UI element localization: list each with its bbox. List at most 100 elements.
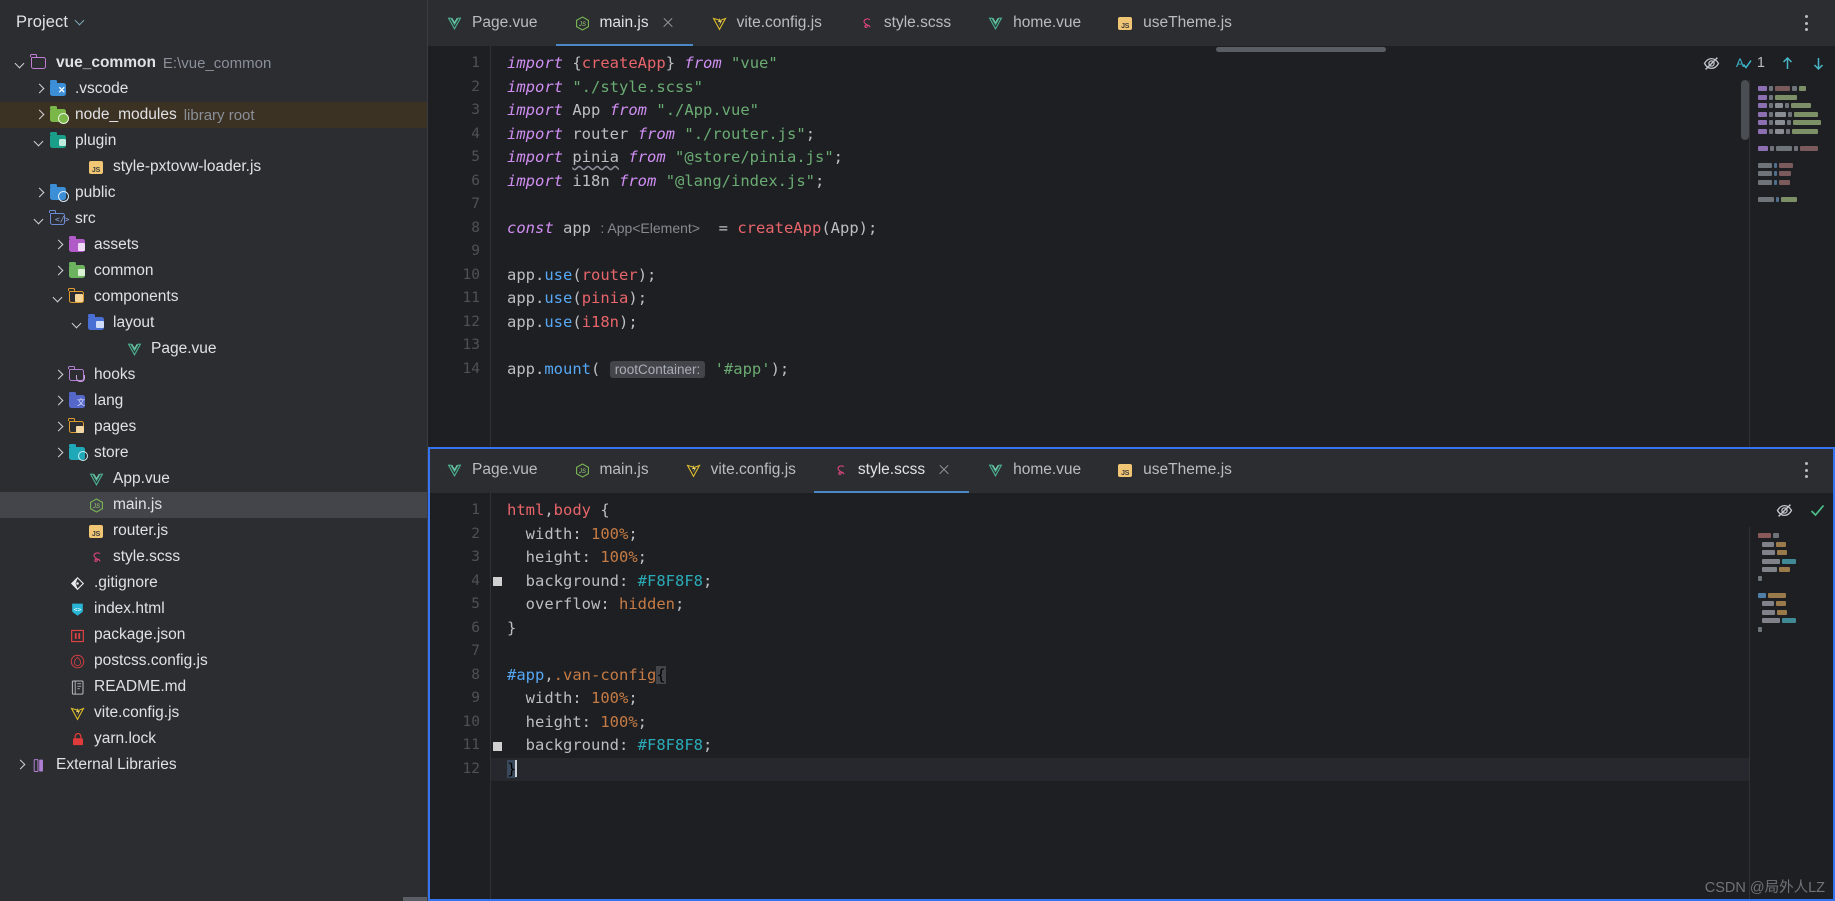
tree-node-style-pxtovw-loader-js[interactable]: JS style-pxtovw-loader.js xyxy=(0,154,427,180)
code-line[interactable]: height: 100%; xyxy=(507,546,1835,570)
code-line[interactable]: import i18n from "@lang/index.js"; xyxy=(507,170,1835,194)
tree-node-src[interactable]: </> src xyxy=(0,206,427,232)
chevron-down-icon[interactable] xyxy=(72,318,83,329)
tree-node-lang[interactable]: 文 lang xyxy=(0,388,427,414)
tree-node-hooks[interactable]: hooks xyxy=(0,362,427,388)
tree-node-app-vue[interactable]: App.vue xyxy=(0,466,427,492)
code-line[interactable]: } xyxy=(507,617,1835,641)
chevron-right-icon[interactable] xyxy=(53,422,64,433)
tree-node-common[interactable]: common xyxy=(0,258,427,284)
tree-toggle-open[interactable] xyxy=(48,292,69,303)
tree-node-package-json[interactable]: package.json xyxy=(0,622,427,648)
code-line[interactable]: app.use(pinia); xyxy=(507,287,1835,311)
editor-tab-vite-config-js[interactable]: vite.config.js xyxy=(667,447,814,493)
tree-node-vue-common[interactable]: vue_common E:\vue_common xyxy=(0,50,427,76)
code-line[interactable] xyxy=(507,640,1835,664)
tree-toggle-closed[interactable] xyxy=(48,396,69,407)
tree-node-external-libraries[interactable]: External Libraries xyxy=(0,752,427,778)
code-line[interactable]: import pinia from "@store/pinia.js"; xyxy=(507,146,1835,170)
tree-toggle-open[interactable] xyxy=(29,214,50,225)
tree-toggle-closed[interactable] xyxy=(10,760,31,771)
tree-node-page-vue[interactable]: Page.vue xyxy=(0,336,427,362)
eye-crossed-icon[interactable] xyxy=(1702,54,1721,73)
editor-tab-vite-config-js[interactable]: vite.config.js xyxy=(693,0,840,46)
code-line[interactable] xyxy=(507,334,1835,358)
code-text-bottom[interactable]: html,body { width: 100%; height: 100%; b… xyxy=(491,493,1835,901)
tree-node-vscode[interactable]: ✕ .vscode xyxy=(0,76,427,102)
tree-toggle-closed[interactable] xyxy=(29,110,50,121)
tree-node-index-html[interactable]: <> index.html xyxy=(0,596,427,622)
tree-node-yarn-lock[interactable]: yarn.lock xyxy=(0,726,427,752)
tree-toggle-closed[interactable] xyxy=(48,422,69,433)
chevron-right-icon[interactable] xyxy=(53,240,64,251)
code-line[interactable]: overflow: hidden; xyxy=(507,593,1835,617)
code-line[interactable]: app.mount( rootContainer: '#app'); xyxy=(507,358,1835,382)
code-text-top[interactable]: import {createApp} from "vue" import "./s… xyxy=(491,46,1835,447)
editor-tab-page-vue[interactable]: Page.vue xyxy=(428,447,556,493)
tree-node-vite-config-js[interactable]: vite.config.js xyxy=(0,700,427,726)
chevron-down-icon[interactable] xyxy=(53,292,64,303)
chevron-right-icon[interactable] xyxy=(53,396,64,407)
code-area-top[interactable]: 1 2 3 4 5 6 7 8 9 10 11 12 13 14 import {createApp} f… xyxy=(428,46,1835,447)
code-line[interactable]: import App from "./App.vue" xyxy=(507,99,1835,123)
tree-toggle-closed[interactable] xyxy=(29,84,50,95)
tree-toggle-open[interactable] xyxy=(29,136,50,147)
eye-crossed-icon[interactable] xyxy=(1775,501,1794,520)
editor-tab-home-vue[interactable]: home.vue xyxy=(969,447,1099,493)
tree-toggle-closed[interactable] xyxy=(48,448,69,459)
close-icon[interactable] xyxy=(661,16,675,30)
tree-node-pages[interactable]: pages xyxy=(0,414,427,440)
editor-tab-usetheme-js[interactable]: JS useTheme.js xyxy=(1099,447,1250,493)
chevron-down-icon[interactable] xyxy=(34,136,45,147)
kebab-menu-icon[interactable] xyxy=(1793,447,1819,493)
checkmark-icon[interactable] xyxy=(1808,501,1827,520)
code-line[interactable]: import "./style.scss" xyxy=(507,76,1835,100)
editor-tab-style-scss[interactable]: style.scss xyxy=(813,447,970,493)
chevron-right-icon[interactable] xyxy=(53,370,64,381)
chevron-down-icon[interactable] xyxy=(15,58,26,69)
chevron-right-icon[interactable] xyxy=(34,110,45,121)
arrow-up-icon[interactable] xyxy=(1779,55,1796,72)
tree-node-postcss-config-js[interactable]: postcss.config.js xyxy=(0,648,427,674)
tree-node-node-modules[interactable]: node_modules library root xyxy=(0,102,427,128)
kebab-menu-icon[interactable] xyxy=(1793,0,1819,46)
editor-tab-style-scss[interactable]: style.scss xyxy=(840,0,969,46)
code-line[interactable]: background: #F8F8F8; xyxy=(507,570,1835,594)
tree-toggle-closed[interactable] xyxy=(48,370,69,381)
editor-tab-page-vue[interactable]: Page.vue xyxy=(428,0,556,46)
code-minimap-bottom[interactable] xyxy=(1749,527,1835,901)
editor-tab-main-js[interactable]: JS main.js xyxy=(556,447,667,493)
code-line[interactable] xyxy=(507,193,1835,217)
editor-tab-main-js[interactable]: JS main.js xyxy=(555,0,693,46)
code-line[interactable]: width: 100%; xyxy=(507,523,1835,547)
tree-node-gitignore[interactable]: .gitignore xyxy=(0,570,427,596)
code-minimap-top[interactable] xyxy=(1749,80,1835,447)
tree-node-layout[interactable]: layout xyxy=(0,310,427,336)
tree-node-style-scss[interactable]: style.scss xyxy=(0,544,427,570)
tree-node-store[interactable]: store xyxy=(0,440,427,466)
chevron-right-icon[interactable] xyxy=(53,266,64,277)
sidebar-horizontal-scrollbar[interactable] xyxy=(403,897,427,901)
arrow-down-icon[interactable] xyxy=(1810,55,1827,72)
chevron-right-icon[interactable] xyxy=(15,760,26,771)
tree-node-readme-md[interactable]: README.md xyxy=(0,674,427,700)
chevron-right-icon[interactable] xyxy=(34,188,45,199)
code-line[interactable]: const app : App<Element> = createApp(App… xyxy=(507,217,1835,241)
code-line[interactable]: import {createApp} from "vue" xyxy=(507,52,1835,76)
tree-toggle-open[interactable] xyxy=(10,58,31,69)
chevron-down-icon[interactable] xyxy=(34,214,45,225)
tree-node-assets[interactable]: assets xyxy=(0,232,427,258)
tree-node-router-js[interactable]: JS router.js xyxy=(0,518,427,544)
tree-node-components[interactable]: components xyxy=(0,284,427,310)
editor-tab-home-vue[interactable]: home.vue xyxy=(969,0,1099,46)
code-line[interactable]: height: 100%; xyxy=(507,711,1835,735)
close-icon[interactable] xyxy=(937,463,951,477)
tree-toggle-closed[interactable] xyxy=(29,188,50,199)
sidebar-header[interactable]: Project xyxy=(0,0,427,44)
tree-node-plugin[interactable]: plugin xyxy=(0,128,427,154)
tree-node-public[interactable]: public xyxy=(0,180,427,206)
code-line[interactable]: background: #F8F8F8; xyxy=(507,734,1835,758)
code-line[interactable]: app.use(i18n); xyxy=(507,311,1835,335)
inspections-widget[interactable]: A 1 xyxy=(1735,54,1765,73)
tree-toggle-closed[interactable] xyxy=(48,266,69,277)
